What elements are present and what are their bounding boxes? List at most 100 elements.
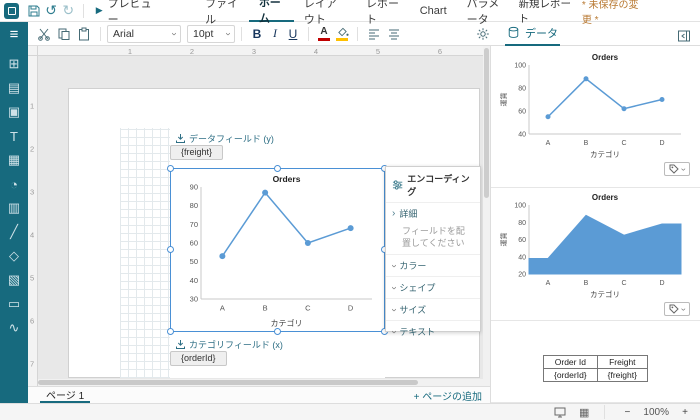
tab-parameters[interactable]: パラメータ [457, 0, 519, 22]
x-field-chip[interactable]: {orderId} [170, 351, 227, 366]
grid-view-icon[interactable]: ▦ [579, 406, 589, 419]
chevron-right-icon: › [392, 209, 395, 219]
chart-design-element[interactable]: Orders30405060708090ABCDカテゴリ [170, 168, 385, 332]
zoom-out-button[interactable]: − [620, 405, 634, 419]
svg-text:60: 60 [518, 237, 526, 244]
italic-button[interactable]: I [266, 25, 284, 43]
chart-suggestion-line[interactable]: Orders406080100ABCDカテゴリ運賃 › [491, 46, 700, 188]
cut-icon[interactable] [34, 24, 54, 44]
selection-handle-nw[interactable] [167, 165, 174, 172]
vertical-scrollbar[interactable] [483, 46, 490, 386]
font-size-select[interactable]: 10pt › [187, 25, 235, 43]
table-cell-orderid: {orderId} [544, 369, 598, 382]
svg-text:A: A [546, 280, 551, 287]
tab-file[interactable]: ファイル [195, 0, 249, 22]
chart-suggestion-area[interactable]: Orders20406080100ABCDカテゴリ運賃 › [491, 188, 700, 321]
sidebar-tool-textbox[interactable]: T [0, 124, 28, 148]
sidebar-tool-line[interactable]: ╱ [0, 220, 28, 244]
y-field-drop-zone[interactable]: データフィールド (y) [175, 132, 274, 145]
add-page-button[interactable]: + ページの追加 [414, 388, 482, 403]
preview-button[interactable]: ▶ プレビュー [90, 0, 159, 22]
align-left-icon[interactable] [364, 24, 384, 44]
selection-handle-s[interactable] [274, 328, 281, 335]
scrollbar-thumb[interactable] [38, 380, 418, 385]
tab-layout[interactable]: レイアウト [294, 0, 356, 22]
table-icon: ▦ [8, 152, 20, 168]
copy-icon[interactable] [54, 24, 74, 44]
encoding-section-color[interactable]: › カラー [386, 254, 480, 276]
chevron-down-icon: › [389, 330, 399, 333]
redo-icon[interactable]: ↻ [60, 1, 77, 21]
page-tab-1[interactable]: ページ 1 [40, 387, 90, 403]
svg-text:B: B [263, 304, 268, 313]
paste-icon[interactable] [74, 24, 94, 44]
sidebar-tool-sparkline[interactable]: ∿ [0, 316, 28, 340]
barcode-icon: ▧ [8, 272, 20, 288]
horizontal-scrollbar[interactable] [38, 379, 483, 386]
image-icon: ▣ [8, 104, 20, 120]
gear-icon[interactable] [473, 24, 493, 44]
tab-chart[interactable]: Chart [410, 0, 457, 22]
sparkline-icon: ∿ [9, 320, 20, 336]
encoding-section-size[interactable]: › サイズ [386, 298, 480, 320]
selection-handle-sw[interactable] [167, 328, 174, 335]
y-field-chip[interactable]: {freight} [170, 145, 223, 160]
separator [83, 4, 84, 18]
zoom-in-button[interactable]: + [678, 405, 692, 419]
app-logo-icon[interactable] [4, 3, 19, 19]
collapse-panel-icon[interactable] [674, 26, 694, 46]
table-row[interactable]: {orderId} {freight} [544, 369, 648, 382]
sidebar-tool-barcode[interactable]: ▧ [0, 268, 28, 292]
encoding-section-text[interactable]: › テキスト [386, 320, 480, 342]
table-cell-freight: {freight} [597, 369, 647, 382]
ruler-number: 4 [30, 231, 34, 240]
chevron-down-icon: › [389, 264, 399, 267]
undo-icon[interactable]: ↺ [43, 1, 60, 21]
encoding-icon [392, 179, 403, 191]
font-family-select[interactable]: Arial › [107, 25, 181, 43]
align-center-icon[interactable] [384, 24, 404, 44]
data-panel: Orders406080100ABCDカテゴリ運賃 › Orders204060… [490, 46, 700, 403]
field-binding-button[interactable]: › [664, 162, 690, 176]
encoding-section-details[interactable]: › 詳細 [386, 202, 480, 224]
sidebar-tool-table[interactable]: ▦ [0, 148, 28, 172]
paint-bucket-icon [336, 27, 349, 37]
tab-home[interactable]: ホーム [249, 0, 294, 22]
tab-report[interactable]: レポート [356, 0, 410, 22]
encoding-section-shape[interactable]: › シェイプ [386, 276, 480, 298]
sidebar-tool-bar-chart[interactable]: ▥ [0, 196, 28, 220]
separator [604, 405, 605, 419]
encoding-section-label: 詳細 [399, 207, 417, 220]
underline-button[interactable]: U [284, 25, 302, 43]
sidebar-tool-layers[interactable]: ▤ [0, 76, 28, 100]
sidebar-tool-shape[interactable]: ◇ [0, 244, 28, 268]
scrollbar-thumb[interactable] [484, 48, 489, 198]
ruler-number: 6 [30, 317, 34, 326]
sidebar-menu-button[interactable]: ≡ [0, 22, 28, 46]
design-canvas: 1 2 3 4 5 6 1 2 3 4 5 6 7 データフィールド (y) {… [28, 46, 490, 386]
encoding-section-label: サイズ [399, 303, 426, 316]
report-status-area: 新規レポート * 未保存の変更 * [519, 0, 700, 26]
separator [357, 27, 358, 41]
field-binding-button[interactable]: › [664, 302, 690, 316]
sidebar-tool-container[interactable]: ▭ [0, 292, 28, 316]
svg-text:100: 100 [514, 63, 526, 70]
svg-text:80: 80 [518, 86, 526, 93]
selection-handle-n[interactable] [274, 165, 281, 172]
selection-handle-w[interactable] [167, 246, 174, 253]
page-tab-bar: ページ 1 + ページの追加 [28, 386, 490, 403]
ruler-number: 5 [376, 47, 380, 56]
encoding-panel: エンコーディング › 詳細 フィールドを配置してください › カラー › シェイ… [385, 166, 481, 332]
bold-button[interactable]: B [248, 25, 266, 43]
sidebar-tool-pie-chart[interactable]: ◔ [0, 172, 28, 196]
design-view-icon[interactable] [550, 402, 570, 420]
sidebar-tool-image[interactable]: ▣ [0, 100, 28, 124]
save-icon[interactable] [25, 1, 42, 21]
svg-text:A: A [546, 140, 551, 147]
font-color-button[interactable]: A [315, 25, 333, 43]
fill-color-button[interactable] [333, 25, 351, 43]
sidebar-tool-toolbox[interactable]: ⊞ [0, 52, 28, 76]
x-field-drop-zone[interactable]: カテゴリフィールド (x) [175, 338, 283, 351]
left-toolbox-sidebar: ≡ ⊞ ▤ ▣ T ▦ ◔ ▥ ╱ ◇ ▧ ▭ ∿ [0, 22, 28, 403]
svg-text:Orders: Orders [592, 53, 619, 62]
